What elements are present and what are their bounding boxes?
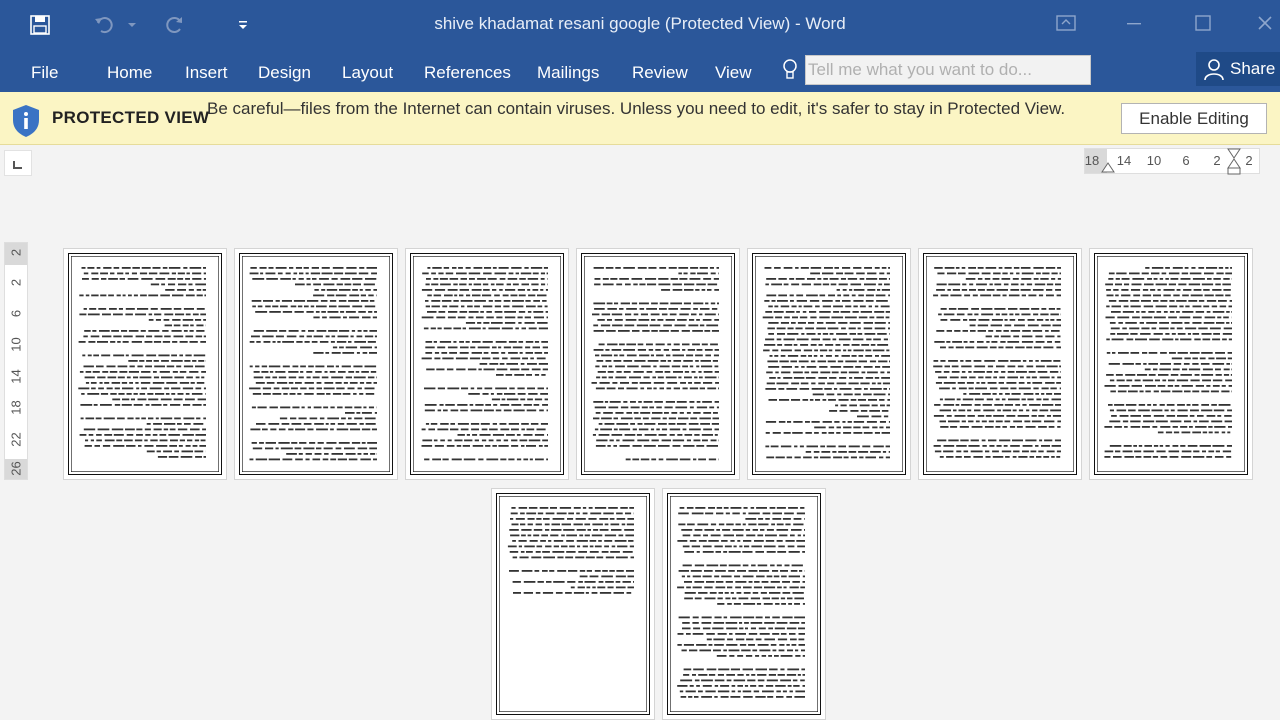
tab-mailings[interactable]: Mailings [537, 58, 599, 88]
tell-me-search-input[interactable]: Tell me what you want to do... [805, 55, 1091, 85]
ruler-tick: 26 [8, 461, 24, 476]
page-thumbnail[interactable] [1089, 248, 1253, 480]
page-text-lines [507, 507, 634, 594]
ruler-tick: 10 [1146, 153, 1162, 168]
vertical-ruler[interactable]: 2 2 6 10 14 18 22 26 [4, 242, 28, 480]
enable-editing-button[interactable]: Enable Editing [1121, 103, 1267, 134]
page-text-lines [677, 507, 805, 698]
page-text-lines [1104, 267, 1232, 458]
ruler-tick: 14 [8, 369, 24, 384]
tab-layout[interactable]: Layout [342, 58, 393, 88]
tab-design[interactable]: Design [258, 58, 311, 88]
ruler-tick: 2 [8, 248, 24, 257]
tab-file[interactable]: File [31, 58, 58, 88]
ruler-tick: 18 [8, 400, 24, 415]
page-thumbnail[interactable] [576, 248, 740, 480]
person-icon [1204, 59, 1224, 81]
tab-review[interactable]: Review [632, 58, 688, 88]
share-label: Share [1230, 59, 1276, 78]
page-text-lines [591, 267, 719, 461]
share-button[interactable]: Share [1196, 52, 1280, 86]
close-icon[interactable] [1250, 0, 1280, 46]
page-thumbnail[interactable] [662, 488, 826, 720]
ribbon-display-icon[interactable] [1043, 0, 1089, 46]
tab-references[interactable]: References [424, 58, 511, 88]
page-text-lines [249, 267, 377, 461]
tab-insert[interactable]: Insert [185, 58, 228, 88]
page-thumbnail[interactable] [234, 248, 398, 480]
page-text-lines [78, 267, 206, 458]
minimize-icon[interactable] [1111, 0, 1157, 46]
tab-view[interactable]: View [715, 58, 752, 88]
horizontal-ruler[interactable]: 18 14 10 6 2 2 [1084, 148, 1260, 176]
tab-home[interactable]: Home [107, 58, 152, 88]
lightbulb-icon [779, 55, 801, 85]
page-text-lines [421, 267, 548, 461]
ruler-tick: 22 [8, 432, 24, 447]
page-thumbnail[interactable] [63, 248, 227, 480]
title-bar: shive khadamat resani google (Protected … [0, 0, 1280, 52]
ruler-tick: 2 [8, 278, 24, 287]
info-shield-icon [12, 104, 40, 138]
left-indent-marker[interactable] [1101, 161, 1115, 173]
page-thumbnail[interactable] [918, 248, 1082, 480]
ruler-tick: 2 [1213, 153, 1221, 168]
page-text-lines [933, 267, 1061, 458]
ruler-tick: 10 [8, 337, 24, 352]
tab-stop-icon[interactable] [4, 150, 32, 176]
ruler-tick: 6 [1182, 153, 1190, 168]
page-thumbnail[interactable] [405, 248, 569, 480]
page-text-lines [762, 267, 890, 459]
page-thumbnail[interactable] [491, 488, 655, 720]
ruler-tick: 14 [1116, 153, 1132, 168]
page-thumbnail[interactable] [747, 248, 911, 480]
protected-view-label: PROTECTED VIEW [52, 108, 210, 127]
protected-view-message: Be careful—files from the Internet can c… [207, 99, 1066, 118]
maximize-icon[interactable] [1180, 0, 1226, 46]
ruler-tick: 6 [8, 309, 24, 318]
right-indent-marker[interactable] [1227, 148, 1241, 176]
